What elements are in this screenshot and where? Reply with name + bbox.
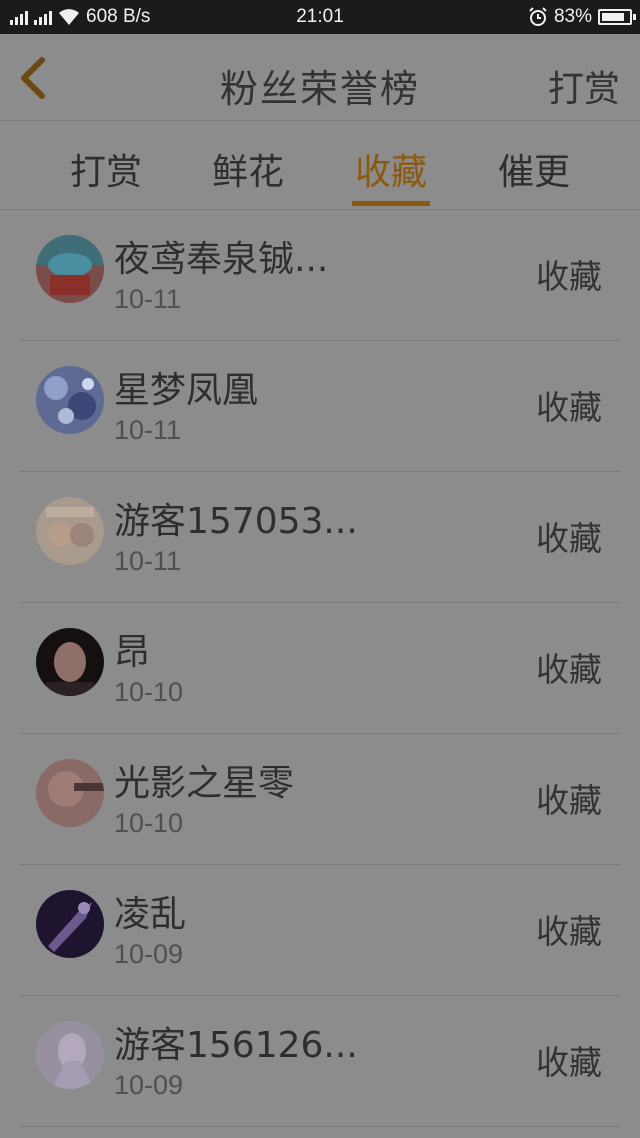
action-label: 收藏 xyxy=(536,912,602,951)
date: 10-10 xyxy=(114,677,184,707)
list-item[interactable]: 凌乱 10-09 收藏 xyxy=(20,865,620,996)
avatar xyxy=(36,890,104,958)
header: 粉丝荣誉榜 打赏 xyxy=(0,34,640,121)
avatar xyxy=(36,628,104,696)
list-item[interactable]: 昂 10-10 收藏 xyxy=(20,603,620,734)
action-label: 收藏 xyxy=(536,781,602,820)
page-title: 粉丝荣誉榜 xyxy=(219,67,420,111)
tab-flowers[interactable]: 鲜花 xyxy=(198,143,298,195)
user-name: 昂 xyxy=(114,632,151,673)
date: 10-11 xyxy=(114,415,182,445)
tab-urge-update[interactable]: 催更 xyxy=(484,143,584,195)
tab-reward[interactable]: 打赏 xyxy=(56,143,156,195)
list-item[interactable]: 游客157053... 10-11 收藏 xyxy=(20,472,620,603)
user-name: 星梦凤凰 xyxy=(114,370,259,411)
status-right: 83% xyxy=(528,6,636,28)
avatar xyxy=(36,1021,104,1089)
battery-percent: 83% xyxy=(553,6,592,27)
avatar xyxy=(36,366,104,434)
active-tab-indicator xyxy=(352,201,430,206)
avatar xyxy=(36,235,104,303)
action-label: 收藏 xyxy=(536,1043,602,1082)
date: 10-11 xyxy=(114,284,182,314)
battery-level xyxy=(602,13,624,21)
list-item[interactable]: 游客156126... 10-09 收藏 xyxy=(20,996,620,1127)
battery-icon xyxy=(598,9,636,25)
user-name: 游客157053... xyxy=(114,501,358,542)
user-name: 光影之星零 xyxy=(114,763,295,804)
avatar xyxy=(36,759,104,827)
reward-button[interactable]: 打赏 xyxy=(548,60,620,112)
date: 10-10 xyxy=(114,808,184,838)
user-name: 游客156126... xyxy=(114,1025,358,1066)
avatar xyxy=(36,497,104,565)
date: 10-11 xyxy=(114,546,182,576)
user-name: 夜鸢奉泉铖... xyxy=(114,239,329,280)
list-item[interactable]: 光影之星零 10-10 收藏 xyxy=(20,734,620,865)
date: 10-09 xyxy=(114,939,184,969)
tab-bar: 打赏 鲜花 收藏 催更 xyxy=(0,121,640,210)
date: 10-09 xyxy=(114,1070,184,1100)
screen: 608 B/s 21:01 83% 粉丝荣誉榜 打赏 打赏 鲜花 收藏 催更 夜… xyxy=(0,0,640,1138)
action-label: 收藏 xyxy=(536,257,602,296)
user-name: 凌乱 xyxy=(114,894,187,935)
list-item[interactable]: 夜鸢奉泉铖... 10-11 收藏 xyxy=(20,210,620,341)
fan-list: 夜鸢奉泉铖... 10-11 收藏 星梦凤凰 10-11 收藏 游客157053… xyxy=(0,210,640,1127)
tab-favorites[interactable]: 收藏 xyxy=(341,143,441,195)
action-label: 收藏 xyxy=(536,650,602,689)
alarm-icon xyxy=(529,7,547,26)
action-label: 收藏 xyxy=(536,519,602,558)
list-item[interactable]: 星梦凤凰 10-11 收藏 xyxy=(20,341,620,472)
status-bar: 608 B/s 21:01 83% xyxy=(0,0,640,34)
action-label: 收藏 xyxy=(536,388,602,427)
